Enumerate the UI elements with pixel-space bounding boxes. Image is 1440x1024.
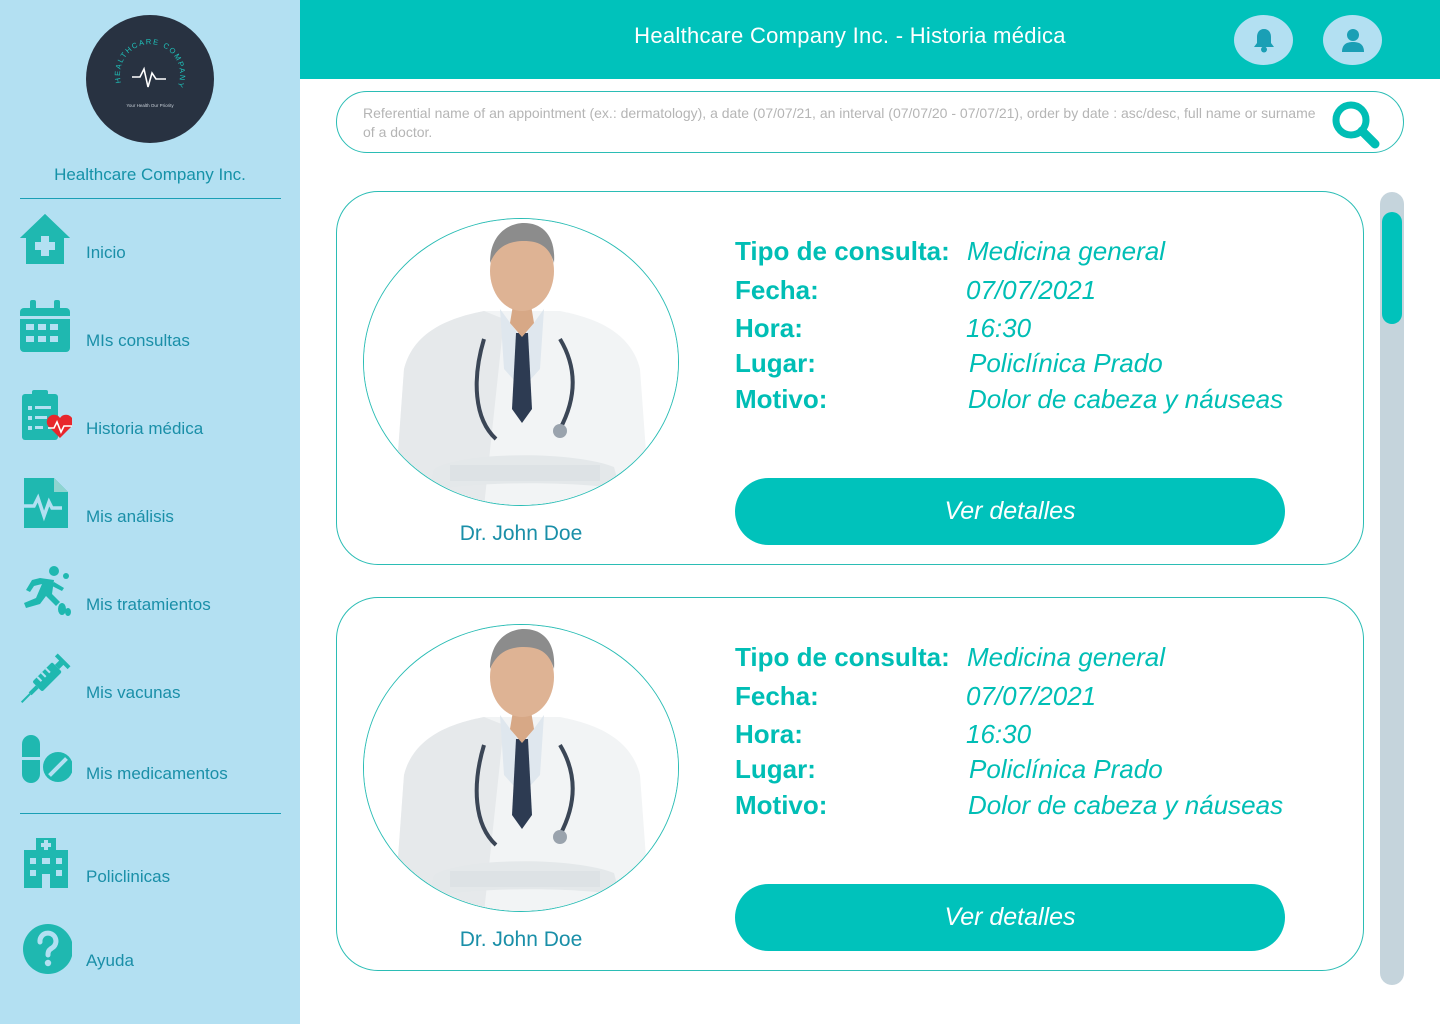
label-motivo: Motivo: — [735, 790, 828, 820]
sidebar-item-mis-vacunas[interactable]: Mis vacunas — [0, 652, 300, 718]
label-tipo-consulta: Tipo de consulta: — [735, 642, 950, 672]
sidebar-item-mis-consultas[interactable]: MIs consultas — [0, 300, 300, 366]
value-hora: 16:30 — [966, 313, 1032, 343]
search-icon[interactable] — [1329, 98, 1383, 152]
sidebar-item-mis-analisis[interactable]: Mis análisis — [0, 476, 300, 542]
label-fecha: Fecha: — [735, 275, 819, 305]
home-plus-icon — [18, 212, 72, 266]
label-motivo: Motivo: — [735, 384, 828, 414]
view-details-button[interactable]: Ver detalles — [735, 478, 1285, 545]
sidebar-item-label: Mis medicamentos — [86, 764, 228, 783]
sidebar-item-inicio[interactable]: Inicio — [0, 212, 300, 278]
top-header: Healthcare Company Inc. - Historia médic… — [300, 0, 1440, 79]
company-name: Healthcare Company Inc. — [54, 165, 246, 184]
user-icon — [1342, 29, 1364, 52]
value-tipo-consulta: Medicina general — [967, 642, 1166, 672]
scrollbar-track[interactable] — [1380, 192, 1404, 985]
sidebar-item-label: MIs consultas — [86, 331, 190, 350]
value-lugar: Policlínica Prado — [969, 754, 1163, 784]
company-logo[interactable]: HEALTHCARE COMPANY Your Health Our Prior… — [86, 15, 214, 143]
sidebar-divider — [20, 198, 281, 199]
value-hora: 16:30 — [966, 719, 1032, 749]
label-lugar: Lugar: — [735, 348, 816, 378]
medical-record-card: Dr. John Doe Tipo de consulta: Medicina … — [336, 191, 1364, 565]
sidebar-item-label: Policlinicas — [86, 867, 171, 886]
value-lugar: Policlínica Prado — [969, 348, 1163, 378]
scrollbar-thumb[interactable] — [1382, 212, 1402, 324]
label-fecha: Fecha: — [735, 681, 819, 711]
value-fecha: 07/07/2021 — [966, 275, 1097, 305]
sidebar-item-policlinicas[interactable]: Policlinicas — [0, 836, 300, 902]
label-lugar: Lugar: — [735, 754, 816, 784]
search-input[interactable] — [363, 104, 1323, 142]
sidebar-item-label: Inicio — [86, 243, 126, 262]
search-bar — [336, 91, 1404, 153]
syringe-icon — [18, 652, 72, 706]
value-fecha: 07/07/2021 — [966, 681, 1097, 711]
doctor-photo — [363, 624, 679, 912]
medical-record-card: Dr. John Doe Tipo de consulta: Medicina … — [336, 597, 1364, 971]
view-details-button[interactable]: Ver detalles — [735, 884, 1285, 951]
bell-icon — [1254, 29, 1274, 53]
sidebar-item-label: Mis análisis — [86, 507, 174, 526]
file-pulse-icon — [18, 476, 72, 530]
hospital-icon — [18, 836, 72, 890]
sidebar-item-label: Ayuda — [86, 951, 134, 970]
sidebar-item-historia-medica[interactable]: Historia médica — [0, 388, 300, 454]
sidebar-item-label: Mis vacunas — [86, 683, 181, 702]
clipboard-heart-icon — [18, 388, 72, 442]
doctor-name: Dr. John Doe — [459, 522, 583, 545]
sidebar: HEALTHCARE COMPANY Your Health Our Prior… — [0, 0, 300, 1024]
value-motivo: Dolor de cabeza y náuseas — [968, 790, 1284, 820]
calendar-icon — [18, 300, 72, 354]
sidebar-item-mis-tratamientos[interactable]: Mis tratamientos — [0, 564, 300, 630]
svg-text:Your Health Our Priority: Your Health Our Priority — [126, 103, 174, 108]
running-person-icon — [18, 564, 72, 618]
sidebar-item-ayuda[interactable]: Ayuda — [0, 920, 300, 986]
sidebar-item-label: Mis tratamientos — [86, 595, 211, 614]
sidebar-item-mis-medicamentos[interactable]: Mis medicamentos — [0, 733, 300, 799]
label-hora: Hora: — [735, 719, 803, 749]
sidebar-divider — [20, 813, 281, 814]
label-tipo-consulta: Tipo de consulta: — [735, 236, 950, 266]
question-icon — [18, 920, 72, 974]
doctor-name: Dr. John Doe — [459, 928, 583, 951]
label-hora: Hora: — [735, 313, 803, 343]
value-tipo-consulta: Medicina general — [967, 236, 1166, 266]
value-motivo: Dolor de cabeza y náuseas — [968, 384, 1284, 414]
profile-button[interactable] — [1323, 15, 1382, 65]
pills-icon — [18, 733, 72, 787]
notifications-button[interactable] — [1234, 15, 1293, 65]
sidebar-item-label: Historia médica — [86, 419, 204, 438]
doctor-photo — [363, 218, 679, 506]
